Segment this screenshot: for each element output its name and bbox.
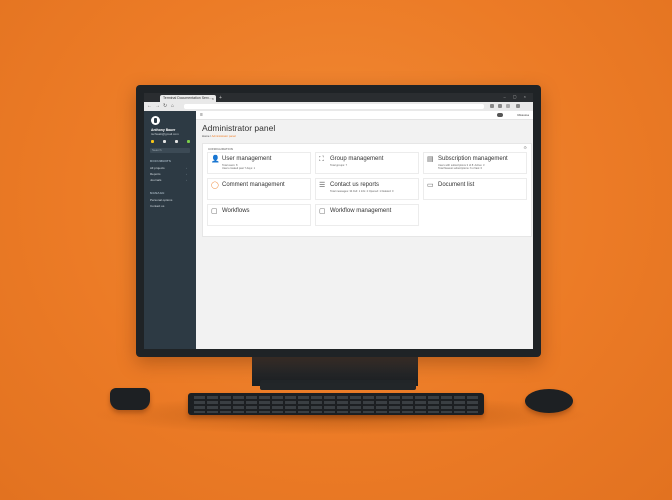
user-menu[interactable]: Rikastoa [517,112,529,118]
card-title: Group management [330,156,384,162]
window-controls[interactable]: – ▢ × [503,94,529,99]
extension-icon[interactable] [490,104,494,108]
hamburger-menu-icon[interactable]: ≡ [200,112,203,118]
breadcrumb-home[interactable]: Home [202,134,209,138]
reload-icon[interactable]: ↻ [163,103,167,110]
configuration-panel: CONFIGURATION ⚙ 👤 User management Total … [202,143,532,237]
keyboard-key-row [194,411,478,413]
bell-icon[interactable] [163,140,166,143]
document-list-icon: ▭ [427,182,434,189]
report-icon: ☰ [319,182,326,189]
home-icon[interactable]: ⌂ [171,103,174,110]
card-title: Subscription management [438,156,508,162]
card-title: Comment management [222,182,285,188]
toggle-icon[interactable] [497,113,503,117]
sidebar-search-input[interactable]: Search [150,148,190,153]
mouse-device [525,389,573,413]
extension-icon[interactable] [506,104,510,108]
close-icon[interactable]: × [212,95,214,102]
sidebar-quick-icons [151,140,191,144]
gear-icon[interactable]: ⚙ [523,145,527,150]
sidebar-item-all-projects[interactable]: All projects › [150,166,187,170]
star-icon[interactable] [151,140,154,143]
keyboard-key-row [194,401,478,404]
card-title: Contact us reports [330,182,380,188]
sidebar: Anthony Bauer tschwab@gmail.com Search D… [144,111,196,349]
app-top-bar: ≡ Rikastoa [196,111,533,120]
workflow-management-icon: ▢ [319,208,326,215]
card-workflows[interactable]: ▢ Workflows [207,204,311,226]
keyboard-key-row [194,406,478,409]
card-stats: Total groups: 7 [330,164,348,167]
monitor: Terminal Documentation Serv... × + – ▢ ×… [136,85,541,357]
extension-icon[interactable] [498,104,502,108]
breadcrumb-current: Administrator panel [211,134,236,138]
breadcrumb: Home / Administrator panel [202,134,236,138]
browser-tab[interactable]: Terminal Documentation Serv... × [160,95,216,102]
comment-icon: ◯ [211,182,219,189]
sidebar-item-journals[interactable]: Journals › [150,178,187,182]
card-stats: Total messages: 34 Full: 1 Info: 2 Opene… [330,190,394,193]
status-online-icon [187,140,190,143]
page-title: Administrator panel [202,123,276,133]
monitor-stand-base [260,380,416,390]
sidebar-item-contact-us[interactable]: Contact us [150,204,164,208]
keyboard [188,393,484,415]
card-workflow-management[interactable]: ▢ Workflow management [315,204,419,226]
user-icon: 👤 [211,156,220,163]
card-stats: Total users: 8 Users created past 7 days:… [222,164,256,171]
mail-icon[interactable] [175,140,178,143]
card-comment-management[interactable]: ◯ Comment management [207,178,311,200]
page-header: Administrator panel Home / Administrator… [196,120,533,140]
card-title: Workflow management [330,208,392,214]
speaker-device [110,388,150,410]
card-contact-us-reports[interactable]: ☰ Contact us reports Total messages: 34 … [315,178,419,200]
subscription-icon: ▤ [427,156,434,163]
browser-tab-title: Terminal Documentation Serv... [163,96,212,100]
sidebar-item-personal-options[interactable]: Personal options [150,198,172,202]
card-subscription-management[interactable]: ▤ Subscription management Users with sub… [423,152,527,174]
card-group-management[interactable]: ⛶ Group management Total groups: 7 [315,152,419,174]
sidebar-item-reports[interactable]: Reports › [150,172,187,176]
card-title: Document list [438,182,475,188]
browser-menu-icon[interactable] [516,104,520,108]
forward-icon[interactable]: → [155,103,160,110]
sidebar-section-manage: MANAGE [150,191,165,195]
card-document-list[interactable]: ▭ Document list [423,178,527,200]
screen: Terminal Documentation Serv... × + – ▢ ×… [144,93,533,349]
sidebar-section-documents: DOCUMENTS [150,159,172,163]
browser-tab-bar: Terminal Documentation Serv... × + – ▢ × [144,93,533,102]
panel-heading: CONFIGURATION [208,147,233,151]
keyboard-key-row [194,396,478,399]
new-tab-icon[interactable]: + [219,95,222,101]
back-icon[interactable]: ← [147,103,152,110]
url-field[interactable] [184,104,484,109]
card-title: Workflows [222,208,250,214]
user-email: tschwab@gmail.com [151,132,179,136]
group-icon: ⛶ [319,156,324,163]
card-title: User management [222,156,272,162]
card-stats: Users with subscriptions 3 of 8: Active:… [438,164,485,171]
card-user-management[interactable]: 👤 User management Total users: 8 Users cr… [207,152,311,174]
app-logo-icon[interactable] [151,116,160,125]
workflow-icon: ▢ [211,208,218,215]
